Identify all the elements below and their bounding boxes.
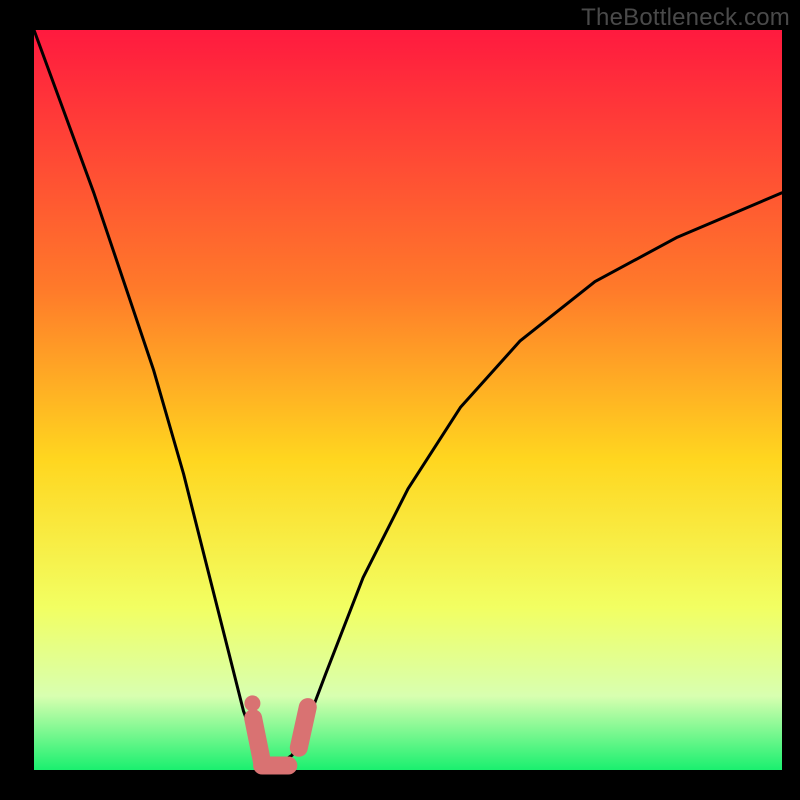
chart-svg: [0, 0, 800, 800]
watermark-text: TheBottleneck.com: [581, 4, 790, 32]
plot-background: [34, 30, 782, 770]
marker-left-dab: [253, 718, 262, 762]
chart-frame: { "watermark": "TheBottleneck.com", "col…: [0, 0, 800, 800]
marker-right-dab: [299, 707, 308, 748]
marker-left-knob: [244, 695, 260, 711]
